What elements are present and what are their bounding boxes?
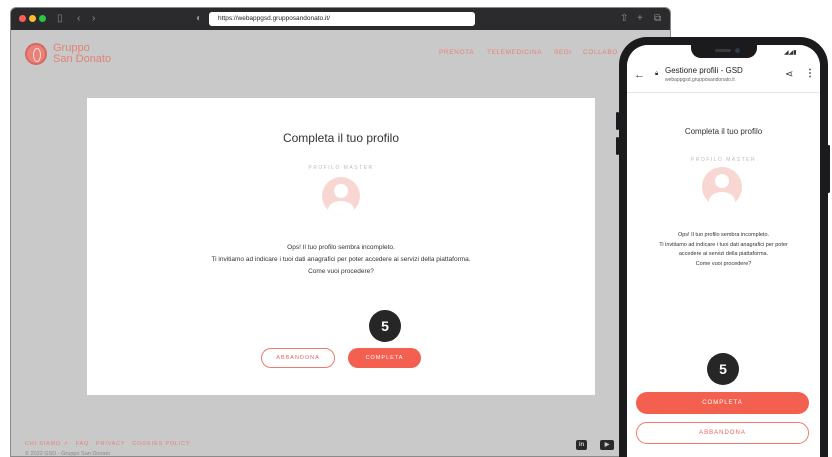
mobile-dialog-message: Ops! Il tuo profilo sembra incompleto. T… [627, 231, 820, 269]
nav-item-telemedicina[interactable]: TELEMEDICINA [487, 49, 542, 56]
mobile-user-avatar-icon [702, 167, 742, 207]
address-bar[interactable]: https://webappgsd.grupposandonato.it/ [209, 12, 475, 26]
mobile-phone-frame: ◢◢▮ ← 🔒︎ Gestione profili - GSD webappgs… [616, 37, 830, 457]
step-number-badge: 5 [369, 310, 401, 342]
minimize-window-button[interactable] [29, 15, 36, 22]
message-line-1: Ops! Il tuo profilo sembra incompleto. [287, 244, 395, 251]
volume-up-side-button [616, 112, 619, 130]
mobile-screen: ◢◢▮ ← 🔒︎ Gestione profili - GSD webappgs… [627, 45, 820, 457]
maximize-window-button[interactable] [39, 15, 46, 22]
copyright-text: © 2022 GSD - Gruppo San Donato [25, 451, 111, 457]
signal-battery-icon: ◢◢▮ [784, 50, 797, 56]
back-arrow-icon[interactable]: ← [634, 69, 645, 81]
mobile-browser-bar: ← 🔒︎ Gestione profili - GSD webappgsd.gr… [627, 63, 820, 93]
share-icon[interactable]: ⇧ [620, 12, 628, 26]
nav-item-prenota[interactable]: PRENOTA [439, 49, 474, 56]
share-icon[interactable]: ⋖ [785, 69, 793, 80]
mobile-profile-master-label: PROFILO MASTER [690, 157, 757, 163]
mobile-step-number-badge: 5 [707, 353, 739, 385]
mobile-message-line-4: Come vuoi procedere? [695, 260, 752, 267]
forward-arrow-icon[interactable]: › [92, 12, 95, 26]
mobile-message-line-2: Ti invitiamo ad indicare i tuoi dati ana… [659, 241, 788, 248]
brand-line-2: San Donato [53, 53, 112, 65]
dialog-title: Completa il tuo profilo [282, 131, 400, 145]
brand-name[interactable]: Gruppo San Donato [53, 43, 111, 65]
message-line-3: Come vuoi procedere? [308, 268, 374, 275]
footer-link-cookies-policy[interactable]: COOKIES POLICY [132, 441, 190, 447]
dialog-message: Ops! Il tuo profilo sembra incompleto. T… [87, 242, 595, 278]
footer-link-chi-siamo[interactable]: CHI SIAMO ↗ [25, 441, 69, 447]
footer-link-faq[interactable]: FAQ [76, 441, 89, 447]
linkedin-icon[interactable]: in [576, 440, 587, 450]
mobile-url[interactable]: webappgsd.grupposandonato.it [665, 77, 735, 83]
mobile-message-line-3: accedere ai servizi della piattaforma. [678, 251, 769, 257]
close-window-button[interactable] [19, 15, 26, 22]
mobile-page-title: Gestione profili - GSD [665, 66, 743, 75]
gsd-logo-icon[interactable] [25, 43, 47, 65]
desktop-browser-window: ▯ ‹ › ◐ https://webappgsd.grupposandonat… [10, 7, 671, 457]
volume-down-side-button [616, 137, 619, 155]
completa-button[interactable]: COMPLETA [348, 348, 421, 368]
abbandona-button[interactable]: ABBANDONA [261, 348, 335, 368]
user-avatar-icon [322, 177, 360, 215]
mobile-message-line-1: Ops! Il tuo profilo sembra incompleto. [677, 232, 770, 238]
complete-profile-dialog: Completa il tuo profilo PROFILO MASTER O… [87, 98, 595, 395]
sidebar-toggle-icon[interactable]: ▯ [57, 12, 63, 26]
phone-notch [691, 45, 757, 58]
lock-icon: 🔒︎ [655, 71, 659, 77]
power-side-button [827, 145, 830, 193]
profile-master-label: PROFILO MASTER [308, 165, 374, 171]
tabs-overview-icon[interactable]: ⧉ [654, 12, 661, 26]
mobile-completa-button[interactable]: COMPLETA [636, 392, 809, 414]
status-bar: ◢◢▮ [627, 45, 820, 63]
message-line-2: Ti invitiamo ad indicare i tuoi dati ana… [211, 256, 471, 263]
nav-item-collabora[interactable]: COLLABO [583, 49, 618, 56]
back-arrow-icon[interactable]: ‹ [77, 12, 80, 26]
website-viewport: Gruppo San Donato PRENOTA TELEMEDICINA S… [11, 30, 670, 457]
privacy-shield-icon: ◐ [196, 13, 203, 24]
nav-item-sedi[interactable]: SEDI [554, 49, 572, 56]
browser-toolbar: ▯ ‹ › ◐ https://webappgsd.grupposandonat… [11, 8, 670, 30]
youtube-icon[interactable]: ▶ [600, 440, 614, 450]
footer-links: CHI SIAMO ↗ FAQ PRIVACY COOKIES POLICY [25, 441, 190, 447]
mobile-dialog-title: Completa il tuo profilo [684, 127, 763, 136]
mobile-abbandona-button[interactable]: ABBANDONA [636, 422, 809, 444]
new-tab-icon[interactable]: + [637, 12, 643, 26]
more-options-icon[interactable]: ⋮ [805, 68, 815, 79]
footer-link-privacy[interactable]: PRIVACY [96, 441, 125, 447]
